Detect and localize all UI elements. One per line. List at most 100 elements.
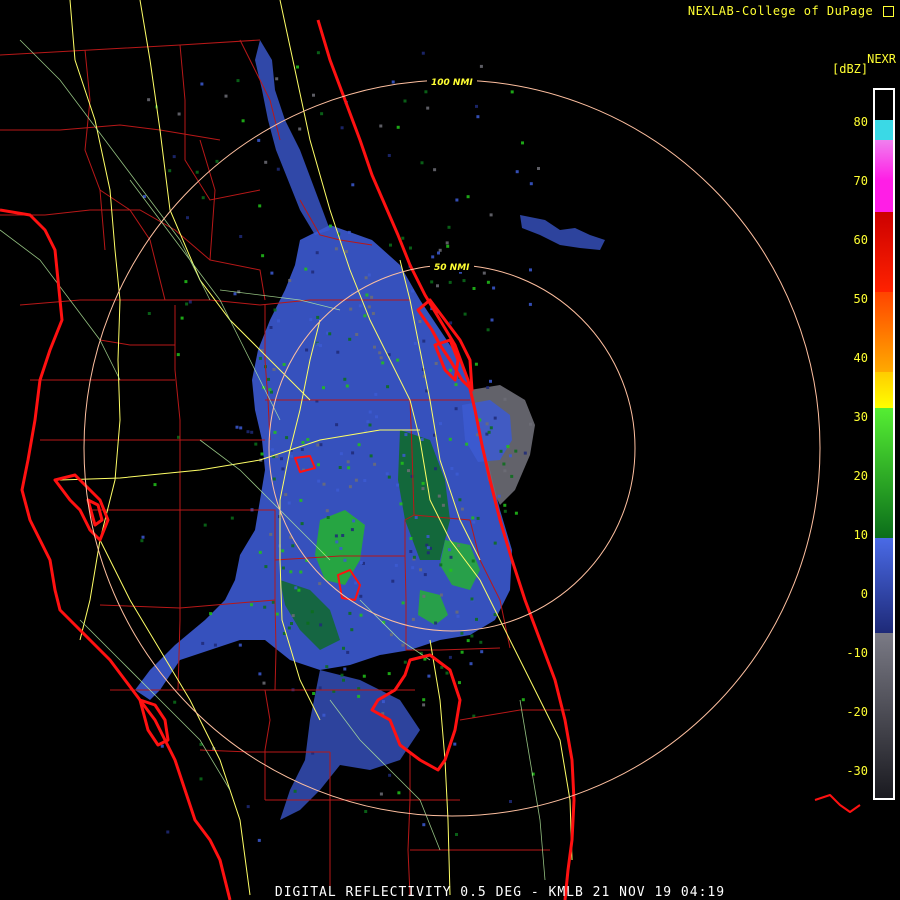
echo-speckle: [354, 478, 358, 482]
echo-speckle: [455, 610, 459, 614]
echo-speckle: [394, 563, 398, 567]
radar-map[interactable]: 50 NMI 100 NMI: [0, 0, 900, 900]
echo-speckle: [357, 694, 361, 698]
echo-speckle: [352, 519, 356, 523]
scale-tick: 50: [853, 292, 868, 306]
scale-seg-blue: [875, 538, 893, 633]
echo-speckle: [317, 463, 320, 467]
echo-speckle: [454, 407, 458, 411]
echo-speckle: [474, 362, 478, 366]
echo-speckle: [320, 112, 324, 116]
scale-tick: 10: [853, 528, 868, 542]
echo-speckle: [343, 667, 347, 671]
echo-speckle: [388, 773, 392, 777]
echo-speckle: [422, 703, 426, 707]
echo-speckle: [437, 251, 440, 255]
echo-speckle: [486, 328, 490, 332]
echo-speckle: [199, 777, 203, 781]
echo-speckle: [351, 183, 355, 187]
echo-speckle: [434, 467, 437, 471]
echo-speckle: [141, 535, 145, 539]
echo-speckle: [350, 628, 354, 632]
echo-speckle: [297, 588, 301, 592]
echo-speckle: [268, 388, 272, 392]
echo-speckle: [294, 586, 298, 590]
echo-speckle: [316, 342, 320, 346]
echo-speckle: [281, 467, 285, 471]
echo-speckle: [273, 308, 277, 312]
echo-speckle: [348, 611, 352, 615]
units-label: [dBZ]: [832, 62, 869, 76]
echo-speckle: [239, 426, 243, 430]
echo-speckle: [293, 789, 297, 793]
echo-speckle: [506, 445, 510, 448]
echo-speckle: [325, 509, 329, 513]
echo-speckle: [479, 640, 483, 644]
echo-speckle: [419, 568, 423, 572]
echo-speckle: [273, 430, 277, 434]
echo-speckle: [422, 823, 426, 827]
echo-speckle: [328, 332, 332, 336]
echo-speckle: [351, 451, 355, 455]
echo-speckle: [493, 613, 497, 617]
echo-speckle: [290, 454, 294, 458]
echo-speckle: [422, 698, 426, 702]
echo-speckle: [437, 494, 441, 498]
echo-speckle: [457, 544, 461, 548]
echo-speckle: [325, 665, 329, 669]
echo-speckle: [403, 660, 407, 664]
radar-display: 50 NMI 100 NMI NEXLAB-College of DuPage …: [0, 0, 900, 900]
echo-speckle: [489, 426, 493, 430]
echo-speckle: [503, 397, 507, 401]
echo-speckle: [426, 106, 430, 110]
echo-speckle: [345, 384, 349, 388]
echo-speckle: [185, 302, 189, 306]
echo-east-patches: [520, 215, 605, 250]
echo-speckle: [239, 235, 243, 238]
echo-speckle: [258, 204, 262, 208]
echo-speckle: [284, 493, 288, 497]
echo-speckle: [298, 127, 302, 131]
echo-speckle: [235, 425, 239, 429]
echo-speckle: [260, 452, 264, 456]
echo-speckle: [318, 686, 322, 690]
range-ring-labels: 50 NMI 100 NMI: [427, 75, 477, 273]
echo-speckle: [209, 612, 213, 616]
echo-speckle: [529, 182, 533, 186]
echo-speckle: [486, 280, 490, 284]
echo-speckle: [195, 170, 199, 174]
echo-speckle: [339, 452, 343, 456]
scale-seg-gray: [875, 633, 893, 798]
scale-tick: 30: [853, 410, 868, 424]
echo-speckle: [176, 353, 180, 357]
echo-speckle: [335, 540, 339, 544]
echo-speckle: [343, 377, 347, 381]
echo-speckle: [335, 423, 339, 427]
echo-speckle: [492, 286, 496, 290]
echo-speckle: [401, 643, 405, 647]
echo-speckle: [448, 280, 452, 284]
echo-speckle: [448, 548, 451, 552]
echo-speckle: [153, 483, 157, 487]
echo-speckle: [430, 280, 434, 284]
echo-speckle: [276, 167, 280, 171]
echo-speckle: [447, 225, 451, 229]
echo-speckle: [391, 80, 395, 84]
echo-speckle: [275, 612, 279, 616]
echo-speckle: [359, 613, 363, 617]
echo-speckle: [359, 594, 363, 598]
echo-speckle: [250, 430, 254, 434]
echo-speckle: [347, 230, 351, 234]
echo-speckle: [334, 247, 338, 251]
echo-speckle: [180, 316, 184, 320]
echo-speckle: [402, 453, 406, 457]
echo-speckle: [344, 250, 348, 254]
echo-speckle: [387, 475, 391, 479]
echo-speckle: [230, 516, 234, 520]
echo-speckle: [510, 90, 514, 94]
echo-speckle: [455, 472, 459, 476]
echo-speckle: [316, 443, 320, 447]
echo-speckle: [480, 650, 484, 654]
echo-speckle: [450, 467, 454, 470]
echo-speckle: [269, 326, 273, 329]
